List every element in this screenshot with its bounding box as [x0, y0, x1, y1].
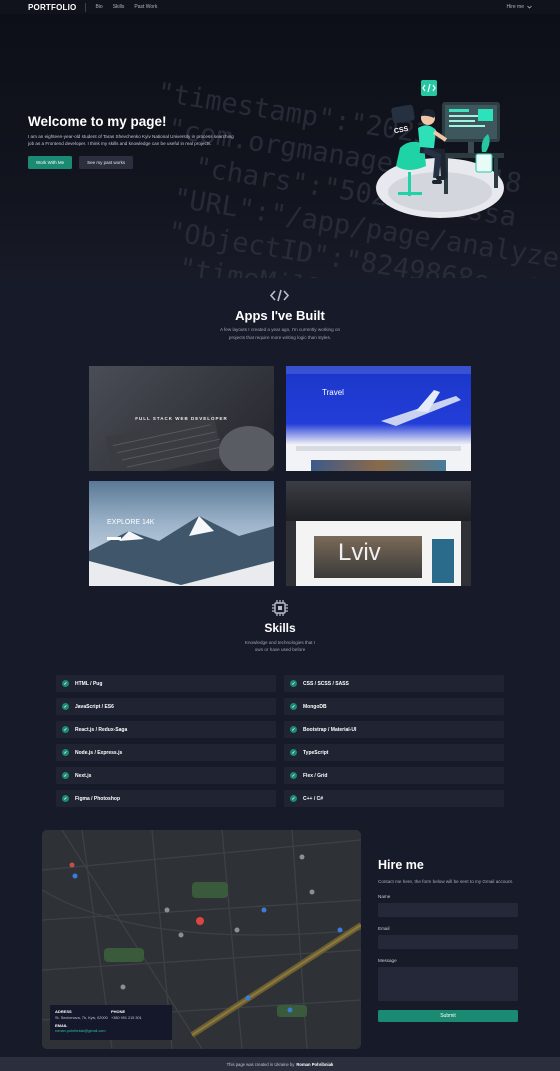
- check-icon: ✓: [290, 749, 297, 756]
- email-label: EMAIL: [55, 1022, 68, 1028]
- hire-me-label: Hire me: [506, 4, 524, 10]
- skill-label: Node.js / Express.js: [75, 749, 123, 756]
- footer-text: This page was created in Ukraine by: [226, 1061, 295, 1067]
- check-icon: ✓: [62, 703, 69, 710]
- footer: This page was created in Ukraine by Roma…: [0, 1057, 560, 1071]
- work-with-me-button[interactable]: Work With Me: [28, 155, 73, 169]
- check-icon: ✓: [290, 795, 297, 802]
- hire-me-form: Hire me Contact me here, the form below …: [378, 858, 518, 1022]
- message-label: Message: [378, 958, 397, 963]
- check-icon: ✓: [290, 726, 297, 733]
- project-card-explore[interactable]: EXPLORE 14K: [89, 481, 274, 586]
- form-description: Contact me here, the form below will be …: [378, 879, 514, 884]
- top-navbar: PORTFOLIO Bio Skills Past Work Hire me: [0, 0, 560, 14]
- past-works-button[interactable]: See my past works: [79, 155, 134, 169]
- skills-title: Skills: [264, 621, 296, 635]
- skill-label: Bootstrap / Material-UI: [303, 726, 357, 733]
- skill-item: ✓ Next.js: [56, 767, 276, 784]
- skill-label: MongoDB: [303, 703, 327, 710]
- skill-label: CSS / SCSS / SASS: [303, 680, 349, 687]
- check-icon: ✓: [62, 749, 69, 756]
- skill-item: ✓ HTML / Pug: [56, 675, 276, 692]
- chip-icon: [272, 600, 288, 616]
- check-icon: ✓: [290, 680, 297, 687]
- skill-label: TypeScript: [303, 749, 329, 756]
- project-caption-explore: EXPLORE 14K: [107, 519, 155, 526]
- skill-item: ✓ Bootstrap / Material-UI: [284, 721, 504, 738]
- location-map[interactable]: ADRESS St. Sechenova, 7b, Kyiv, 02000 PH…: [42, 830, 361, 1049]
- project-card-fullstack[interactable]: FULL STACK WEB DEVELOPER: [89, 366, 274, 471]
- address-label: ADRESS: [55, 1009, 72, 1014]
- skill-item: ✓ Flex / Grid: [284, 767, 504, 784]
- form-title: Hire me: [378, 858, 424, 872]
- nav-link-skills[interactable]: Skills: [113, 4, 125, 10]
- apps-subtitle-line-2: projects that require more writing logic…: [228, 335, 332, 340]
- skill-item: ✓ TypeScript: [284, 744, 504, 761]
- code-icon: [270, 289, 289, 302]
- hero-title: Welcome to my page!: [28, 114, 167, 129]
- hero-section: "timestamp":"2023- "com.orgmanager":"8T1…: [0, 14, 560, 278]
- apps-subtitle-line-1: A few layouts I created a year ago, I'm …: [219, 327, 341, 332]
- check-icon: ✓: [62, 795, 69, 802]
- contact-info-card: ADRESS St. Sechenova, 7b, Kyiv, 02000 PH…: [50, 1005, 172, 1040]
- phone-label: PHONE: [111, 1009, 126, 1014]
- check-icon: ✓: [290, 703, 297, 710]
- skill-label: Flex / Grid: [303, 772, 328, 779]
- nav-divider: [85, 2, 87, 12]
- skill-label: Next.js: [75, 772, 92, 779]
- hire-me-dropdown[interactable]: Hire me: [506, 4, 532, 10]
- phone-value: +380 991 215 301: [111, 1015, 142, 1020]
- check-icon: ✓: [290, 772, 297, 779]
- nav-link-past-work[interactable]: Past Work: [134, 4, 157, 10]
- skill-label: C++ / C#: [303, 795, 324, 802]
- nav-link-bio[interactable]: Bio: [95, 4, 102, 10]
- address-value: St. Sechenova, 7b, Kyiv, 02000: [55, 1015, 108, 1020]
- developer-illustration: [376, 80, 504, 218]
- footer-author: Roman Pohribniak: [296, 1061, 334, 1067]
- message-textarea[interactable]: [378, 967, 518, 1001]
- project-card-travel[interactable]: Travel: [286, 366, 471, 471]
- chevron-down-icon: [527, 5, 532, 9]
- skill-item: ✓ CSS / SCSS / SASS: [284, 675, 504, 692]
- skill-label: JavaScript / ES6: [75, 703, 114, 710]
- email-link[interactable]: roman.pohribniak@gmail.com: [55, 1029, 167, 1033]
- skill-item: ✓ MongoDB: [284, 698, 504, 715]
- email-input[interactable]: [378, 935, 518, 949]
- airplane-photo: [381, 390, 461, 426]
- skill-item: ✓ JavaScript / ES6: [56, 698, 276, 715]
- check-icon: ✓: [62, 680, 69, 687]
- check-icon: ✓: [62, 726, 69, 733]
- skill-label: React.js / Redux-Saga: [75, 726, 128, 733]
- name-input[interactable]: [378, 903, 518, 917]
- submit-button[interactable]: Submit: [378, 1010, 518, 1022]
- skill-item: ✓ Figma / Photoshop: [56, 790, 276, 807]
- email-field-label: Email: [378, 926, 390, 931]
- hero-description: I am an eighteen-year-old student of Tar…: [28, 134, 234, 146]
- mountain-photo: [89, 516, 274, 586]
- name-label: Name: [378, 894, 391, 899]
- travel-header-bar: [286, 366, 471, 374]
- brand-logo[interactable]: PORTFOLIO: [28, 3, 76, 12]
- skills-subtitle-line-2: own or have used before: [254, 647, 306, 652]
- project-caption-lviv: Lviv: [338, 539, 381, 566]
- project-caption-travel: Travel: [322, 388, 344, 397]
- skill-item: ✓ C++ / C#: [284, 790, 504, 807]
- project-caption-fullstack: FULL STACK WEB DEVELOPER: [135, 416, 228, 421]
- skill-item: ✓ Node.js / Express.js: [56, 744, 276, 761]
- project-card-lviv[interactable]: Lviv: [286, 481, 471, 586]
- check-icon: ✓: [62, 772, 69, 779]
- apps-title: Apps I've Built: [235, 308, 325, 323]
- skill-label: Figma / Photoshop: [75, 795, 120, 802]
- skill-label: HTML / Pug: [75, 680, 103, 687]
- skill-item: ✓ React.js / Redux-Saga: [56, 721, 276, 738]
